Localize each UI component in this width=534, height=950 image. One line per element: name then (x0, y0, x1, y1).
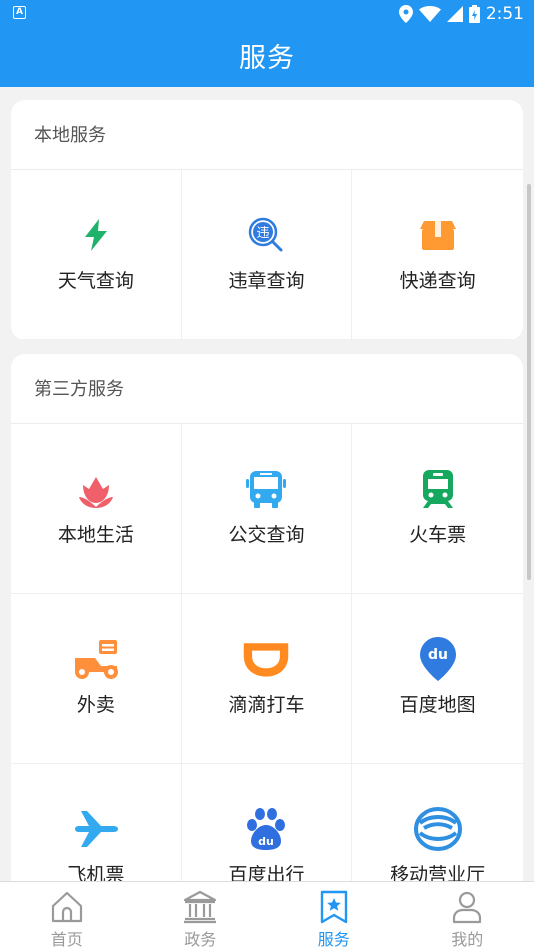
baidu-map-item[interactable]: du 百度地图 (352, 594, 523, 764)
didi-icon (241, 634, 291, 684)
status-icons: 2:51 (398, 3, 524, 25)
item-label: 百度出行 (228, 864, 305, 882)
china-mobile-icon (413, 804, 463, 854)
item-label: 违章查询 (228, 270, 305, 292)
nav-mine[interactable]: 我的 (401, 882, 534, 950)
star-bookmark-icon (320, 890, 347, 924)
package-box-icon (413, 210, 463, 260)
lightning-icon (71, 210, 121, 260)
scrollbar[interactable] (527, 184, 531, 580)
express-query-item[interactable]: 快递查询 (352, 170, 523, 340)
baidu-paw-icon: du (241, 804, 291, 854)
third-party-services-title: 第三方服务 (11, 354, 523, 424)
train-ticket-item[interactable]: 火车票 (352, 424, 523, 594)
nav-label: 政务 (184, 930, 217, 949)
baidu-travel-item[interactable]: du 百度出行 (182, 764, 353, 882)
home-icon (51, 891, 82, 923)
weather-query-item[interactable]: 天气查询 (11, 170, 182, 340)
bus-icon (241, 464, 291, 514)
map-pin-icon: du (413, 634, 463, 684)
nav-services[interactable]: 服务 (267, 882, 401, 950)
local-life-item[interactable]: 本地生活 (11, 424, 182, 594)
item-label: 快递查询 (399, 270, 476, 292)
svg-text:违: 违 (257, 226, 270, 241)
item-label: 飞机票 (67, 864, 125, 882)
nav-label: 首页 (50, 930, 83, 949)
item-label: 外卖 (76, 694, 115, 716)
svg-text:du: du (428, 647, 448, 663)
battery-icon (468, 5, 480, 23)
item-label: 滴滴打车 (228, 694, 305, 716)
didi-taxi-item[interactable]: 滴滴打车 (181, 594, 353, 764)
tulip-icon (71, 464, 121, 514)
item-label: 百度地图 (399, 694, 476, 716)
signal-icon (446, 6, 463, 22)
violation-search-icon: 违 (241, 210, 291, 260)
government-building-icon (184, 890, 217, 924)
item-label: 移动营业厅 (390, 864, 486, 882)
clock: 2:51 (485, 4, 524, 24)
item-label: 火车票 (409, 524, 467, 546)
nav-label: 服务 (317, 930, 350, 949)
app-bar: 服务 (0, 28, 534, 87)
status-bar: A 2:51 (0, 0, 534, 28)
local-services-title: 本地服务 (11, 100, 523, 170)
takeout-item[interactable]: 外卖 (11, 594, 182, 764)
airplane-icon (71, 804, 121, 854)
notification-badge: A (13, 6, 26, 19)
person-icon (453, 891, 482, 924)
delivery-scooter-icon (71, 634, 121, 684)
local-services-card: 本地服务 天气查询 违 违章查询 快递查询 (11, 100, 523, 340)
location-icon (398, 5, 413, 23)
page-title: 服务 (239, 43, 295, 74)
nav-home[interactable]: 首页 (0, 882, 134, 950)
item-label: 公交查询 (228, 524, 305, 546)
services-content[interactable]: 本地服务 天气查询 违 违章查询 快递查询 第三方服务 本地生活 公交查询 火车… (0, 87, 534, 882)
china-mobile-hall-item[interactable]: 移动营业厅 (352, 764, 523, 882)
train-icon (413, 464, 463, 514)
nav-government[interactable]: 政务 (134, 882, 268, 950)
wifi-icon (418, 6, 441, 22)
item-label: 本地生活 (57, 524, 134, 546)
item-label: 天气查询 (57, 270, 134, 292)
flight-ticket-item[interactable]: 飞机票 (11, 764, 182, 882)
bus-query-item[interactable]: 公交查询 (181, 424, 353, 594)
nav-label: 我的 (451, 930, 484, 949)
third-party-services-card: 第三方服务 本地生活 公交查询 火车票 外卖 滴滴打车 du 百度地图 飞机票 … (11, 354, 523, 882)
violation-query-item[interactable]: 违 违章查询 (181, 170, 353, 340)
svg-text:du: du (259, 835, 275, 848)
bottom-nav: 首页 政务 服务 我的 (0, 881, 534, 950)
